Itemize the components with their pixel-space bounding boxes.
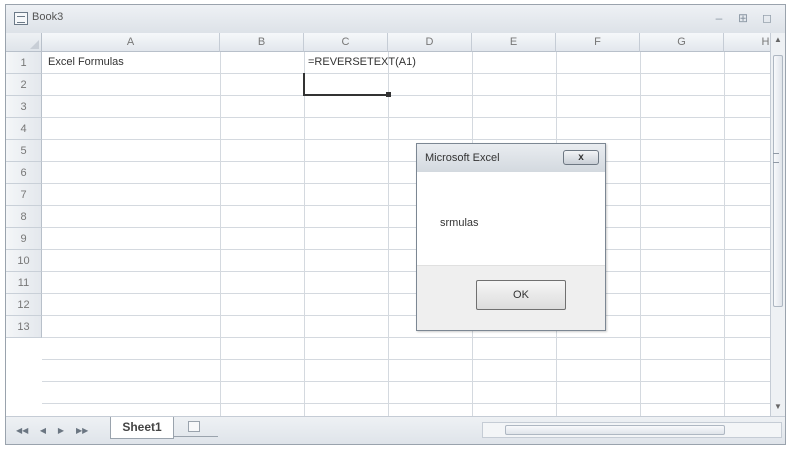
- dialog-close-button[interactable]: x: [563, 150, 599, 165]
- excel-window: Book3 – ⊞ ◻ A B C D E F G H 1 2 3 4 5 6 …: [5, 4, 786, 445]
- scroll-up-arrow-icon[interactable]: ▲: [771, 33, 785, 47]
- gridline: [388, 52, 389, 416]
- column-header-g[interactable]: G: [640, 33, 724, 52]
- gridline: [42, 271, 770, 272]
- dialog-message: srmulas: [440, 217, 479, 229]
- dialog-title-bar[interactable]: Microsoft Excel x: [417, 144, 605, 172]
- cell-c1[interactable]: =REVERSETEXT(A1): [308, 56, 416, 68]
- vertical-scroll-thumb[interactable]: [773, 55, 783, 307]
- ok-button[interactable]: OK: [476, 280, 566, 310]
- gridline: [42, 315, 770, 316]
- gridline: [42, 73, 770, 74]
- gridline: [42, 139, 770, 140]
- insert-sheet-tab[interactable]: [174, 417, 218, 437]
- dialog-title: Microsoft Excel: [425, 152, 500, 164]
- gridline: [42, 117, 770, 118]
- dialog-body: srmulas: [417, 172, 605, 265]
- first-sheet-icon[interactable]: ◀◀: [16, 425, 28, 437]
- gridline: [42, 249, 770, 250]
- scroll-down-arrow-icon[interactable]: ▼: [771, 400, 785, 414]
- gridline: [42, 227, 770, 228]
- scroll-grip-icon: [773, 153, 779, 163]
- dialog-footer: OK: [417, 265, 605, 330]
- vertical-scrollbar[interactable]: ▲ ▼: [770, 33, 785, 416]
- sheet-tab-sheet1[interactable]: Sheet1: [110, 417, 174, 439]
- gridline: [304, 52, 305, 416]
- column-header-d[interactable]: D: [388, 33, 472, 52]
- gridline: [42, 95, 770, 96]
- restore-button[interactable]: ⊞: [734, 11, 752, 25]
- gridline: [640, 52, 641, 416]
- minimize-button[interactable]: –: [710, 11, 728, 25]
- window-title: Book3: [32, 11, 64, 23]
- row-header-12[interactable]: 12: [6, 294, 42, 316]
- row-header-3[interactable]: 3: [6, 96, 42, 118]
- title-bar: Book3 – ⊞ ◻: [6, 5, 785, 33]
- new-sheet-icon: [188, 421, 200, 432]
- gridline: [42, 161, 770, 162]
- active-cell-border: [303, 73, 388, 96]
- gridline: [42, 359, 770, 360]
- gridline: [42, 381, 770, 382]
- last-sheet-icon[interactable]: ▶▶: [76, 425, 88, 437]
- next-sheet-icon[interactable]: ▶: [56, 425, 66, 437]
- workbook-icon[interactable]: [14, 12, 28, 25]
- sheet-tab-bar: ◀◀ ◀ ▶ ▶▶ Sheet1: [6, 416, 785, 444]
- column-header-f[interactable]: F: [556, 33, 640, 52]
- message-dialog: Microsoft Excel x srmulas OK: [416, 143, 606, 331]
- column-header-e[interactable]: E: [472, 33, 556, 52]
- row-header-7[interactable]: 7: [6, 184, 42, 206]
- column-header-b[interactable]: B: [220, 33, 304, 52]
- fill-handle[interactable]: [386, 92, 391, 97]
- row-header-13[interactable]: 13: [6, 316, 42, 338]
- close-button[interactable]: ◻: [758, 11, 776, 25]
- cell-a1[interactable]: Excel Formulas: [48, 56, 124, 68]
- row-header-8[interactable]: 8: [6, 206, 42, 228]
- select-all-corner[interactable]: [6, 33, 42, 52]
- row-header-10[interactable]: 10: [6, 250, 42, 272]
- row-header-11[interactable]: 11: [6, 272, 42, 294]
- row-header-5[interactable]: 5: [6, 140, 42, 162]
- horizontal-scrollbar[interactable]: [482, 422, 782, 438]
- gridline: [724, 52, 725, 416]
- gridline: [42, 337, 770, 338]
- gridline: [42, 293, 770, 294]
- gridline: [42, 403, 770, 404]
- spreadsheet-grid[interactable]: A B C D E F G H 1 2 3 4 5 6 7 8 9 10 11 …: [6, 33, 770, 416]
- gridline: [42, 205, 770, 206]
- row-header-9[interactable]: 9: [6, 228, 42, 250]
- horizontal-scroll-thumb[interactable]: [505, 425, 725, 435]
- prev-sheet-icon[interactable]: ◀: [38, 425, 48, 437]
- gridline: [42, 183, 770, 184]
- gridline: [220, 52, 221, 416]
- row-header-1[interactable]: 1: [6, 52, 42, 74]
- row-header-2[interactable]: 2: [6, 74, 42, 96]
- row-header-6[interactable]: 6: [6, 162, 42, 184]
- column-header-a[interactable]: A: [42, 33, 220, 52]
- column-header-c[interactable]: C: [304, 33, 388, 52]
- column-header-h[interactable]: H: [724, 33, 770, 52]
- row-header-4[interactable]: 4: [6, 118, 42, 140]
